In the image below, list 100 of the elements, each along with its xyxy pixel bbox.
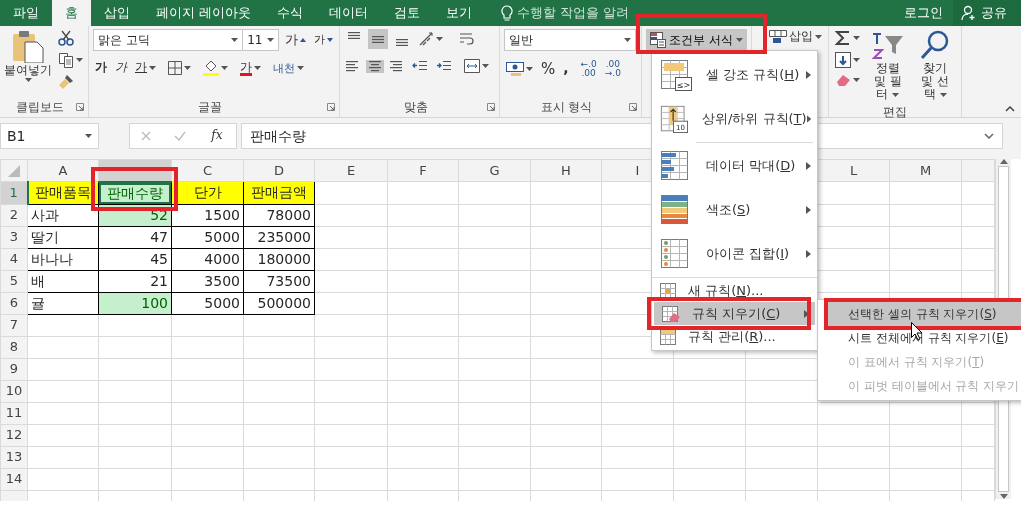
menu-item[interactable]: 색조(S) <box>652 188 817 232</box>
row-header[interactable]: 13 <box>0 446 28 468</box>
sheet-cell: 180000 <box>243 248 315 270</box>
menu-item[interactable]: 규칙 관리(R)... <box>652 325 817 348</box>
align-lines-icon <box>348 32 360 39</box>
increase-decimal-button[interactable]: ←.0 .00 <box>578 59 599 79</box>
row-header[interactable]: 5 <box>0 270 28 292</box>
underline-button[interactable]: 가 <box>133 60 158 76</box>
menu-item[interactable]: 아이콘 집합(I) <box>652 232 817 276</box>
find-select-button[interactable]: 찾기 및 선택 <box>913 29 957 103</box>
sheet-cell: 5000 <box>171 226 244 248</box>
search-icon <box>920 30 951 60</box>
column-header[interactable]: C <box>171 159 244 182</box>
row-header[interactable]: 9 <box>0 358 28 380</box>
font-color-button[interactable]: 가 <box>238 59 263 77</box>
ribbon-tab[interactable]: 보기 <box>433 0 486 26</box>
horizontal-align-button[interactable] <box>366 59 384 73</box>
font-size-field[interactable]: 11 <box>242 29 279 51</box>
caret-icon <box>526 67 533 71</box>
caret-icon <box>735 38 743 42</box>
triangle-up-icon <box>300 38 306 42</box>
conditional-format-icon <box>650 32 666 48</box>
caret-icon <box>436 37 443 41</box>
select-all-icon <box>8 165 20 178</box>
sheet-cell: 5000 <box>171 292 244 314</box>
number-format-field[interactable]: 일반 <box>504 29 636 51</box>
login-link[interactable]: 로그인 <box>894 3 953 23</box>
phonetic-guide-button[interactable]: 내천 <box>271 61 306 75</box>
wrap-text-icon <box>459 31 475 47</box>
menu-item[interactable]: ≤> 셀 강조 규칙(H) <box>652 53 817 97</box>
ribbon-tab[interactable]: 검토 <box>381 0 434 26</box>
column-header[interactable]: M <box>889 159 962 182</box>
merge-cells-icon <box>464 59 480 73</box>
eraser-icon <box>662 305 680 322</box>
row-header[interactable]: 6 <box>0 292 28 314</box>
align-lines-icon <box>390 60 404 72</box>
launcher-icon <box>487 103 495 111</box>
tell-me-field[interactable]: 수행할 작업을 알려 <box>513 3 664 23</box>
align-lines-icon <box>372 35 384 43</box>
wrap-text-button[interactable] <box>457 30 477 48</box>
column-header[interactable]: D <box>243 159 315 182</box>
row-header[interactable]: 4 <box>0 248 28 270</box>
align-lines-icon <box>396 39 408 46</box>
row-header[interactable]: 12 <box>0 424 28 446</box>
collapse-ribbon-button[interactable] <box>1003 105 1017 113</box>
decrease-decimal-button[interactable]: .00 →.0 <box>602 59 623 79</box>
conditional-formatting-button[interactable]: 조건부 서식 <box>646 29 747 51</box>
column-header[interactable]: F <box>387 159 459 182</box>
bold-button[interactable]: 가 <box>93 60 109 76</box>
group-label: 클립보드 <box>15 99 65 116</box>
merge-button[interactable] <box>462 58 491 74</box>
row-header[interactable]: 1 <box>0 181 28 204</box>
menu-item[interactable]: 새 규칙(N)... <box>652 279 817 302</box>
italic-button[interactable]: 가 <box>113 60 129 76</box>
scissors-icon <box>58 30 74 46</box>
insert-button[interactable]: 삽입 <box>767 29 824 45</box>
ribbon-tab[interactable]: 데이터 <box>316 0 382 26</box>
share-button[interactable]: 공유 <box>953 0 1021 26</box>
fill-down-icon <box>835 52 851 68</box>
menu-item[interactable]: 규칙 지우기(C) <box>654 302 815 325</box>
paste-button[interactable]: 붙여넣기 <box>4 29 52 97</box>
row-header[interactable]: 10 <box>0 380 28 402</box>
row-header[interactable]: 7 <box>0 314 28 336</box>
launcher-icon <box>629 103 637 111</box>
column-header[interactable]: G <box>458 159 531 182</box>
clipboard-icon <box>11 29 45 63</box>
vertical-align-button[interactable] <box>368 29 388 49</box>
row-header[interactable]: 8 <box>0 336 28 358</box>
fill-button[interactable] <box>833 51 862 69</box>
column-header[interactable]: A <box>27 159 99 182</box>
font-name-field[interactable]: 맑은 고딕 <box>93 29 244 51</box>
ribbon-tab[interactable]: 파일 <box>0 0 52 26</box>
menu-item[interactable]: 시트 전체에서 규칙 지우기(E) <box>828 326 1021 350</box>
fill-color-button[interactable] <box>201 59 230 77</box>
ribbon-tab[interactable]: 수식 <box>264 0 317 26</box>
shrink-font-button[interactable]: 가 <box>312 32 335 48</box>
menu-item[interactable]: 선택한 셀의 규칙 지우기(S) <box>828 302 1021 326</box>
column-header[interactable]: H <box>530 159 602 182</box>
grow-font-button[interactable]: 가 <box>283 31 308 49</box>
currency-button[interactable] <box>504 61 535 77</box>
insert-function-button[interactable]: fx <box>209 128 225 144</box>
row-header[interactable]: 3 <box>0 226 28 248</box>
comma-style-button[interactable]: , <box>561 60 571 78</box>
copy-button[interactable] <box>56 51 85 69</box>
caret-icon <box>76 58 83 62</box>
sheet-cell: 귤 <box>27 292 99 314</box>
name-box[interactable]: B1 <box>0 123 99 149</box>
ribbon-tab[interactable]: 페이지 레이아웃 <box>143 0 265 26</box>
row-header[interactable]: 14 <box>0 468 28 490</box>
autosum-button[interactable] <box>833 29 862 47</box>
ribbon-tab[interactable]: 삽입 <box>91 0 143 26</box>
ribbon-tab[interactable]: 홈 <box>52 0 91 26</box>
sheet-cell: 500000 <box>243 292 315 314</box>
sort-filter-button[interactable]: 정렬 및 필터 <box>866 29 910 103</box>
borders-button[interactable] <box>166 60 193 76</box>
percent-button[interactable]: % <box>539 59 558 79</box>
row-header[interactable]: 11 <box>0 402 28 424</box>
column-header[interactable]: L <box>817 159 890 182</box>
row-header[interactable]: 2 <box>0 204 28 226</box>
column-header[interactable]: E <box>314 159 388 182</box>
